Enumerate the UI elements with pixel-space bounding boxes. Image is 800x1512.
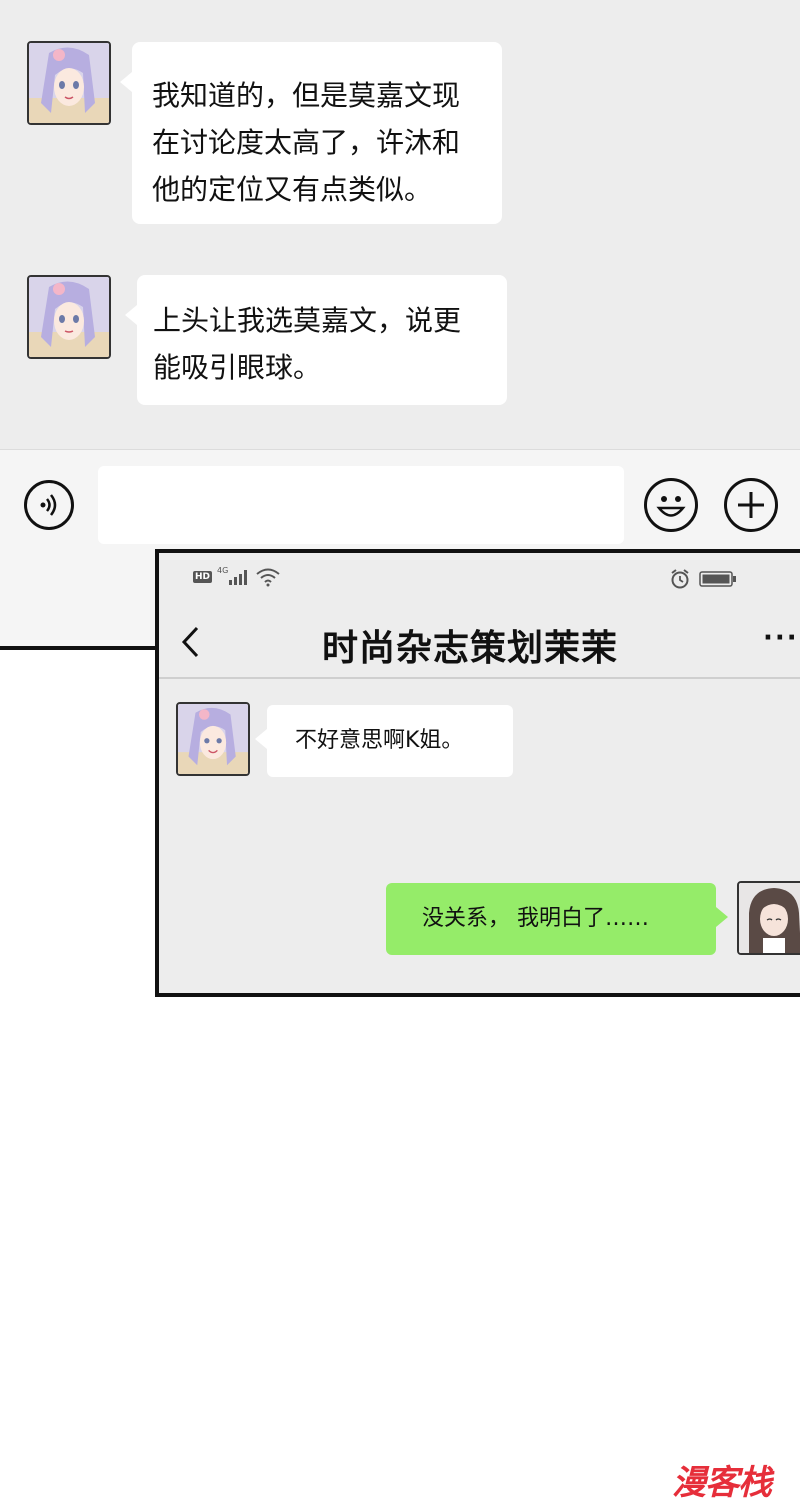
avatar-girl-1[interactable] (27, 41, 111, 125)
chat-title: 时尚杂志策划茉茉 (321, 628, 618, 669)
chat-window-foreground: HD 4G 时尚杂志策划茉茉 ··· 不好意思啊K姐。 没关系， 我明白了…… (155, 549, 800, 997)
emoji-icon[interactable] (644, 478, 698, 532)
avatar-girl-3[interactable] (176, 702, 250, 776)
message-bubble-3[interactable]: 不好意思啊K姐。 (255, 705, 513, 777)
avatar-girl-2[interactable] (27, 275, 111, 359)
plus-icon[interactable] (724, 478, 778, 532)
message-bubble-2[interactable]: 上头让我选莫嘉文，说更 能吸引眼球。 (125, 275, 507, 405)
message-text: 没关系， 我明白了…… (422, 906, 649, 931)
avatar-self[interactable] (737, 881, 800, 955)
message-line: 我知道的，但是莫嘉文现 (152, 79, 461, 112)
wifi-icon (255, 567, 281, 591)
alarm-icon (669, 568, 691, 594)
message-bubble-1[interactable]: 我知道的，但是莫嘉文现 在讨论度太高了，许沐和 他的定位又有点类似。 (120, 42, 502, 224)
message-line: 上头让我选莫嘉文，说更 (153, 304, 462, 337)
message-line: 在讨论度太高了，许沐和 (152, 126, 461, 159)
message-line: 他的定位又有点类似。 (152, 173, 433, 206)
panel-border (0, 646, 160, 650)
message-line: 能吸引眼球。 (153, 351, 322, 384)
message-input[interactable] (98, 466, 624, 544)
status-bar: HD 4G (159, 553, 800, 601)
battery-icon (699, 571, 737, 591)
more-button[interactable]: ··· (763, 623, 799, 653)
signal-icon (227, 569, 249, 589)
voice-icon[interactable] (24, 480, 74, 530)
chat-header: 时尚杂志策划茉茉 ··· (159, 601, 800, 679)
message-bubble-self[interactable]: 没关系， 我明白了…… (386, 883, 728, 955)
hd-badge: HD (193, 571, 213, 583)
message-text: 不好意思啊K姐。 (295, 728, 464, 753)
watermark-logo: 漫客栈 (672, 1463, 772, 1503)
